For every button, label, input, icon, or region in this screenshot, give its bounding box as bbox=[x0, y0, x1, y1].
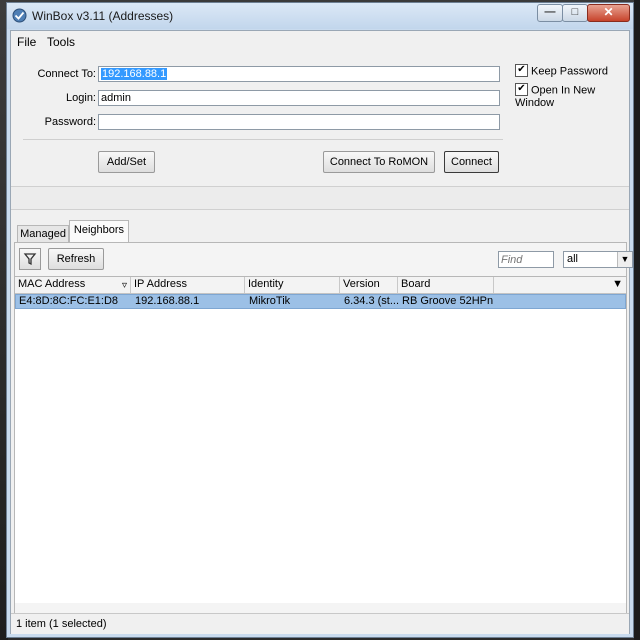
column-header-mac-address[interactable]: MAC Address ▿ bbox=[15, 277, 131, 293]
checkmark-icon: ✔ bbox=[515, 83, 528, 96]
password-field[interactable] bbox=[98, 114, 500, 130]
maximize-button[interactable]: □ bbox=[562, 4, 588, 22]
filter-funnel-icon bbox=[23, 253, 37, 266]
column-menu-dropdown-icon: ▼ bbox=[612, 278, 623, 290]
checkmark-icon: ✔ bbox=[515, 64, 528, 77]
keep-password-checkbox[interactable]: ✔ Keep Password bbox=[515, 64, 609, 78]
desktop-right-edge bbox=[634, 0, 640, 640]
title-bar[interactable]: WinBox v3.11 (Addresses) — □ ✕ bbox=[7, 3, 633, 29]
scope-select[interactable]: all ▼ bbox=[563, 251, 633, 268]
cell-version: 6.34.3 (st... bbox=[344, 295, 399, 307]
column-header-identity[interactable]: Identity bbox=[245, 277, 340, 293]
neighbors-table: MAC Address ▿ IP Address Identity Versio… bbox=[15, 276, 626, 603]
cell-identity: MikroTik bbox=[249, 295, 291, 307]
refresh-button[interactable]: Refresh bbox=[48, 248, 104, 270]
add-set-button[interactable]: Add/Set bbox=[98, 151, 155, 173]
connect-to-field[interactable]: 192.168.88.1 bbox=[98, 66, 500, 82]
menu-tools[interactable]: Tools bbox=[47, 35, 75, 49]
dropdown-arrow-icon: ▼ bbox=[617, 252, 632, 267]
password-label: Password: bbox=[44, 116, 96, 128]
connect-to-label: Connect To: bbox=[37, 68, 96, 80]
connect-button[interactable]: Connect bbox=[444, 151, 499, 173]
winbox-app-icon bbox=[12, 8, 27, 23]
connect-to-romon-button[interactable]: Connect To RoMON bbox=[323, 151, 435, 173]
menu-bar: File Tools bbox=[11, 31, 629, 52]
close-button[interactable]: ✕ bbox=[587, 4, 630, 22]
sort-indicator-icon: ▿ bbox=[121, 280, 127, 291]
window-client-area: File Tools Connect To: 192.168.88.1 Logi… bbox=[10, 30, 633, 634]
table-header: MAC Address ▿ IP Address Identity Versio… bbox=[15, 277, 626, 294]
login-field[interactable]: admin bbox=[98, 90, 500, 106]
window-title: WinBox v3.11 (Addresses) bbox=[32, 9, 174, 23]
column-menu-header[interactable]: ▼ bbox=[494, 277, 626, 293]
filter-button[interactable] bbox=[19, 248, 41, 270]
status-text: 1 item (1 selected) bbox=[16, 618, 107, 630]
cell-board: RB Groove 52HPn bbox=[402, 295, 494, 307]
column-header-board[interactable]: Board bbox=[398, 277, 494, 293]
keep-password-label: Keep Password bbox=[531, 65, 609, 78]
login-label: Login: bbox=[66, 92, 96, 104]
scope-select-value: all bbox=[567, 253, 579, 265]
connect-to-value: 192.168.88.1 bbox=[101, 68, 168, 80]
form-divider bbox=[23, 139, 503, 140]
column-header-version[interactable]: Version bbox=[340, 277, 398, 293]
menu-file[interactable]: File bbox=[17, 35, 36, 49]
status-bar: 1 item (1 selected) bbox=[11, 613, 629, 634]
tab-neighbors[interactable]: Neighbors bbox=[69, 220, 129, 243]
pane-splitter[interactable] bbox=[11, 186, 629, 210]
table-row[interactable]: E4:8D:8C:FC:E1:D8 192.168.88.1 MikroTik … bbox=[15, 294, 626, 309]
winbox-window: WinBox v3.11 (Addresses) — □ ✕ File Tool… bbox=[6, 2, 634, 638]
tab-managed[interactable]: Managed bbox=[17, 225, 69, 243]
cell-ip: 192.168.88.1 bbox=[135, 295, 200, 307]
neighbors-panel: Refresh all ▼ MAC Address ▿ IP Address I… bbox=[14, 242, 633, 632]
column-header-ip-address[interactable]: IP Address bbox=[131, 277, 245, 293]
cell-mac: E4:8D:8C:FC:E1:D8 bbox=[19, 295, 119, 307]
find-input[interactable] bbox=[498, 251, 554, 268]
minimize-button[interactable]: — bbox=[537, 4, 563, 22]
open-in-new-window-checkbox[interactable]: ✔ Open In New Window bbox=[515, 83, 629, 109]
